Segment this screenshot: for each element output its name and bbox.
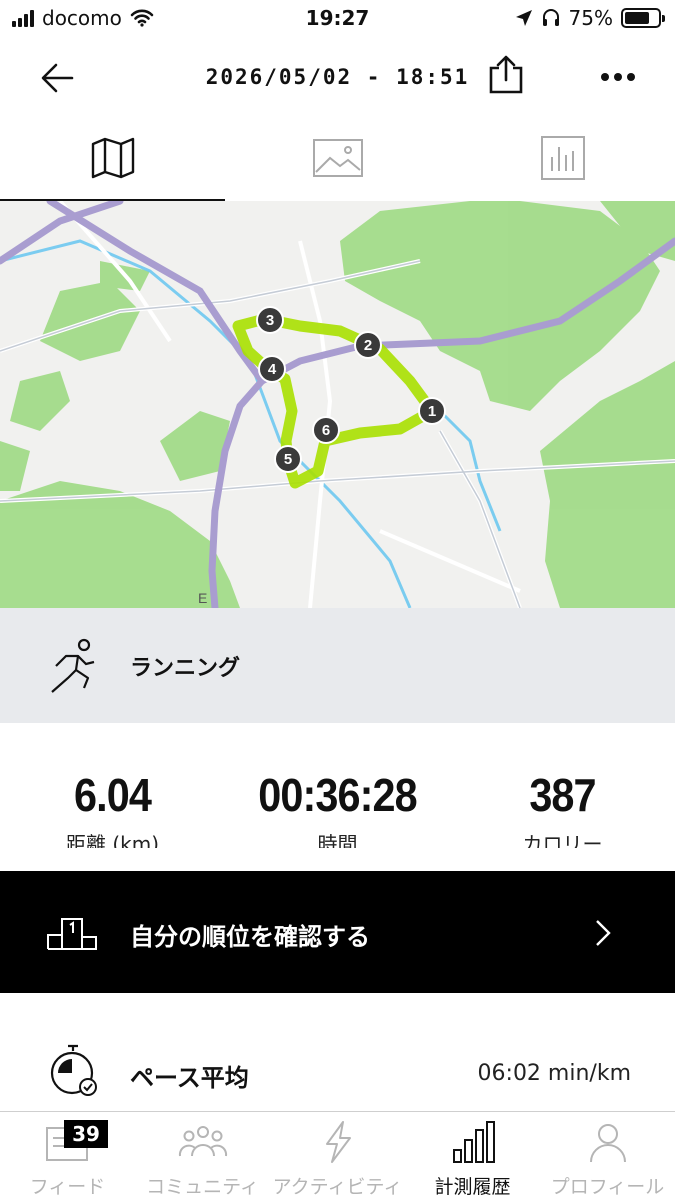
pace-value: 06:02 min/km (477, 1061, 631, 1086)
more-options-icon[interactable] (598, 62, 638, 92)
svg-text:4: 4 (268, 361, 277, 378)
page-title: 2026/05/02 - 18:51 (205, 65, 470, 89)
ranking-button[interactable]: 自分の順位を確認する (0, 871, 675, 993)
podium-icon (47, 918, 97, 950)
stat-distance: 6.04 距離 (km) (0, 768, 225, 848)
runner-icon (51, 638, 95, 693)
headphones-icon (542, 9, 559, 26)
svg-text:3: 3 (266, 312, 274, 329)
view-tabs (0, 115, 675, 201)
time-value: 00:36:28 (258, 769, 417, 821)
activity-type: ランニング (130, 656, 241, 681)
stopwatch-icon (50, 1044, 97, 1096)
svg-text:6: 6 (322, 422, 330, 439)
stat-calories: 387 カロリー (450, 768, 675, 848)
battery-percent: 75% (568, 6, 613, 30)
route-marker-6: 6 (312, 416, 340, 444)
map-canvas: E 1 2 3 4 5 6 (0, 201, 675, 608)
image-icon (312, 139, 363, 177)
tab-charts[interactable] (450, 115, 675, 201)
calories-label: カロリー (522, 832, 603, 848)
nav-feed-label: フィード (29, 1176, 106, 1198)
route-marker-1: 1 (418, 397, 446, 425)
nav-profile-label: プロフィール (550, 1176, 665, 1198)
location-arrow-icon (515, 10, 532, 26)
pace-label: ペース平均 (130, 1064, 249, 1092)
map-icon (91, 137, 134, 179)
distance-value: 6.04 (74, 769, 152, 821)
tab-map[interactable] (0, 115, 225, 201)
svg-text:2: 2 (364, 337, 372, 354)
distance-label: 距離 (km) (65, 832, 160, 848)
svg-text:1: 1 (428, 403, 436, 420)
nav-history[interactable]: 計測履歴 (405, 1112, 540, 1200)
nav-history-label: 計測履歴 (434, 1176, 511, 1198)
battery-icon (621, 8, 665, 28)
nav-feed[interactable]: 39 フィード (0, 1112, 135, 1200)
ranking-label: 自分の順位を確認する (130, 923, 370, 951)
stats-summary: 6.04 距離 (km) 00:36:28 時間 387 カロリー (0, 723, 675, 848)
nav-profile[interactable]: プロフィール (540, 1112, 675, 1200)
nav-activity[interactable]: アクティビティ (270, 1112, 405, 1200)
bar-chart-icon (540, 136, 585, 180)
route-marker-2: 2 (354, 331, 382, 359)
route-marker-5: 5 (274, 445, 302, 473)
road-label: E (198, 590, 207, 606)
community-icon (178, 1126, 227, 1157)
route-map[interactable]: E 1 2 3 4 5 6 (0, 201, 675, 608)
share-icon[interactable] (486, 54, 526, 96)
stat-time: 00:36:28 時間 (225, 768, 450, 848)
route-marker-4: 4 (258, 355, 286, 383)
feed-badge: 39 (64, 1120, 108, 1148)
tab-photos[interactable] (225, 115, 450, 201)
svg-text:5: 5 (284, 451, 292, 468)
activity-row: ランニング (0, 608, 675, 723)
nav-community[interactable]: コミュニティ (135, 1112, 270, 1200)
route-marker-3: 3 (256, 306, 284, 334)
chevron-right-icon (596, 920, 611, 946)
pace-row: ペース平均 06:02 min/km (0, 1030, 675, 1112)
header: 2026/05/02 - 18:51 (0, 40, 675, 115)
time-label: 時間 (317, 832, 358, 848)
nav-community-label: コミュニティ (146, 1176, 259, 1198)
status-bar: docomo 19:27 75% (0, 0, 675, 40)
bottom-nav: 39 フィード コミュニティ アクティビティ 計測履歴 プロフィール (0, 1111, 675, 1200)
calories-value: 387 (529, 769, 596, 821)
profile-icon (589, 1124, 626, 1163)
history-bars-icon (452, 1121, 495, 1163)
nav-activity-label: アクティビティ (272, 1176, 403, 1198)
lightning-icon (325, 1121, 351, 1163)
